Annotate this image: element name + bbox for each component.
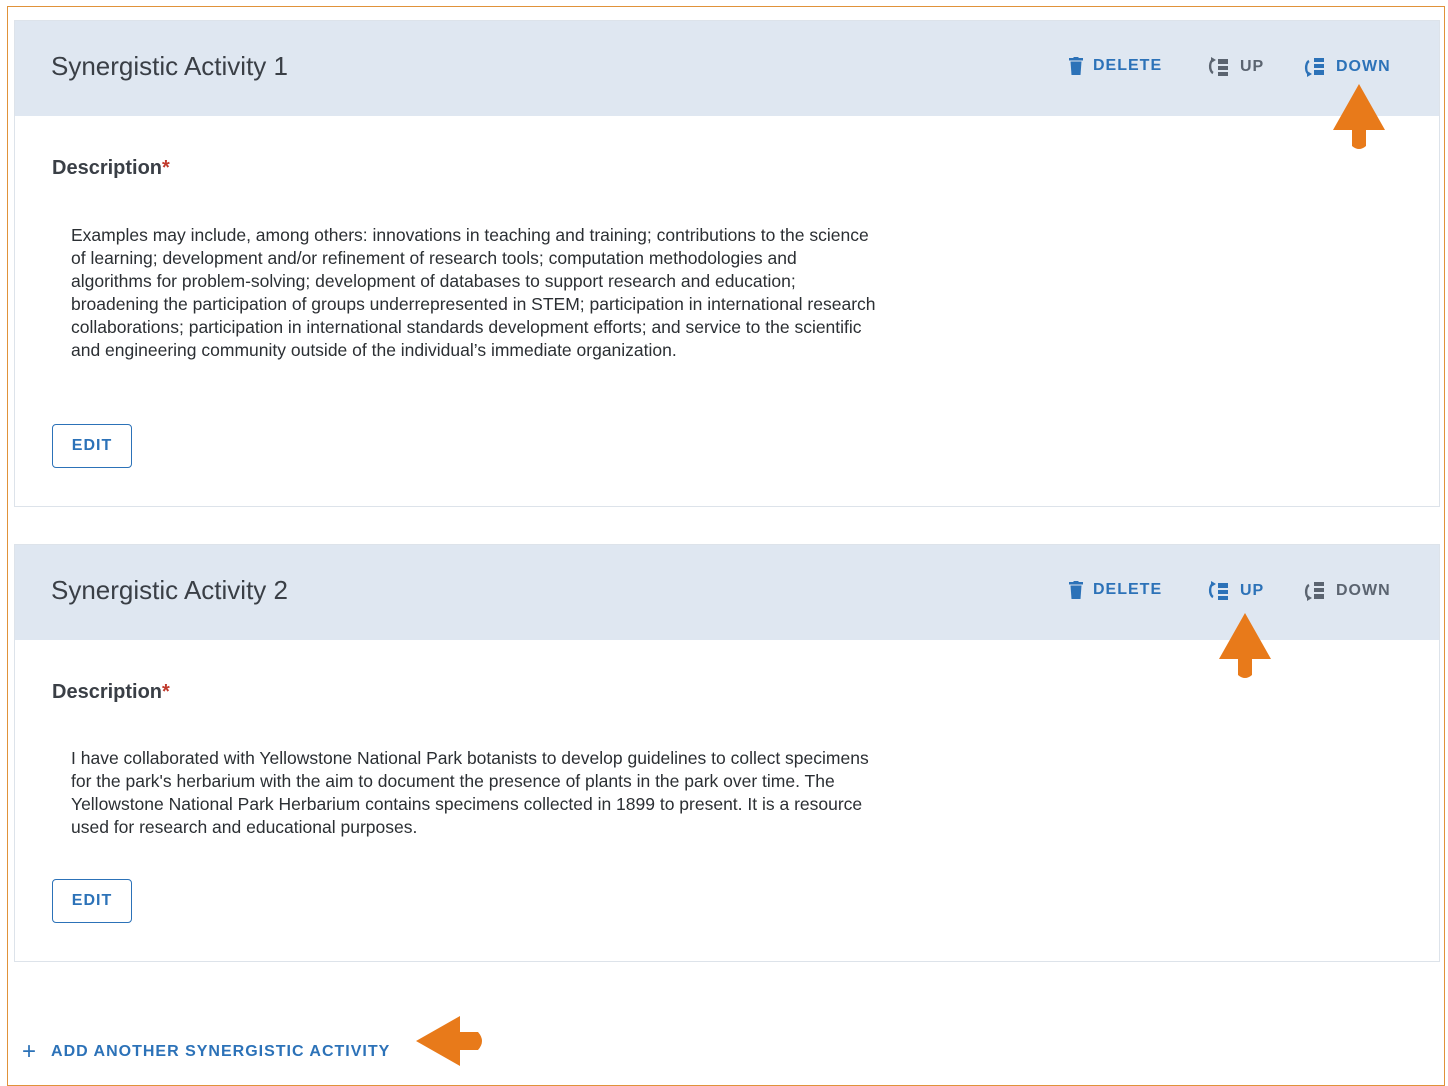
move-up-button[interactable]: UP <box>1206 581 1264 601</box>
up-label: UP <box>1240 582 1265 599</box>
card-title: Synergistic Activity 1 <box>51 51 288 81</box>
move-down-button[interactable]: DOWN <box>1302 57 1391 77</box>
callout-arrow-icon <box>1219 613 1271 678</box>
edit-button[interactable]: EDIT <box>52 424 132 468</box>
add-another-activity-button[interactable]: + ADD ANOTHER SYNERGISTIC ACTIVITY <box>22 1038 391 1065</box>
description-label: Description* <box>52 681 170 703</box>
delete-label: DELETE <box>1093 57 1163 74</box>
callout-arrow-icon <box>1333 84 1385 149</box>
description-text: I have collaborated with Yellowstone Nat… <box>71 748 869 837</box>
synergistic-activity-card-1: Synergistic Activity 1 DELETE UP DOWN De… <box>14 20 1440 507</box>
description-label: Description* <box>52 157 170 179</box>
delete-button[interactable]: DELETE <box>1069 581 1162 599</box>
description-text: Examples may include, among others: inno… <box>71 225 876 360</box>
synergistic-activity-card-2: Synergistic Activity 2 DELETE UP DOWN De… <box>14 544 1440 962</box>
delete-label: DELETE <box>1093 581 1163 598</box>
callout-arrow-icon <box>416 1016 482 1066</box>
plus-icon: + <box>22 1038 38 1065</box>
move-up-icon <box>1208 57 1228 76</box>
delete-button[interactable]: DELETE <box>1069 57 1162 75</box>
card-header: Synergistic Activity 1 DELETE UP DOWN <box>15 21 1439 116</box>
trash-icon <box>1069 581 1083 599</box>
down-label: DOWN <box>1336 582 1391 599</box>
edit-button[interactable]: EDIT <box>52 879 132 923</box>
move-up-icon <box>1208 581 1228 600</box>
move-up-button[interactable]: UP <box>1206 57 1264 77</box>
move-down-button[interactable]: DOWN <box>1302 581 1391 601</box>
move-down-icon <box>1304 582 1324 601</box>
move-down-icon <box>1304 58 1324 77</box>
required-marker: * <box>162 157 170 179</box>
card-title: Synergistic Activity 2 <box>51 575 288 605</box>
add-another-label: ADD ANOTHER SYNERGISTIC ACTIVITY <box>51 1043 391 1060</box>
required-marker: * <box>162 681 170 703</box>
down-label: DOWN <box>1336 58 1391 75</box>
up-label: UP <box>1240 58 1265 75</box>
trash-icon <box>1069 57 1083 75</box>
